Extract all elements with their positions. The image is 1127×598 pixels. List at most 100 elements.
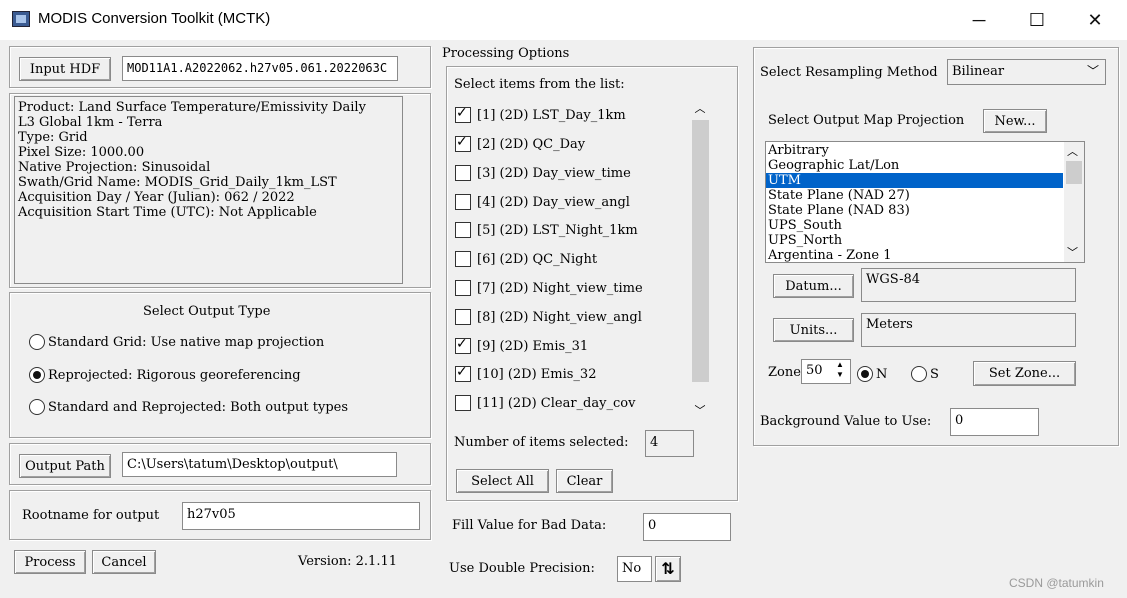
input-file-field[interactable]: MOD11A1.A2022062.h27v05.061.2022063C [122, 56, 398, 81]
list-item[interactable]: [6] (2D) QC_Night [455, 248, 597, 270]
radio-reprojected[interactable]: Reprojected: Rigorous georeferencing [29, 367, 301, 383]
list-item-label: [1] (2D) LST_Day_1km [477, 107, 626, 123]
list-item-checkbox[interactable] [455, 222, 471, 238]
list-item-checkbox[interactable] [455, 251, 471, 267]
close-button[interactable]: ✕ [1066, 0, 1124, 40]
list-item[interactable]: [2] (2D) QC_Day [455, 133, 585, 155]
items-scrollbar[interactable]: ︿ ﹀ [690, 98, 710, 422]
list-item-checkbox[interactable] [455, 134, 471, 152]
list-item[interactable]: [4] (2D) Day_view_angl [455, 191, 630, 213]
list-item[interactable]: [11] (2D) Clear_day_cov [455, 392, 635, 414]
zone-value: 50 [806, 363, 823, 378]
metadata-line: L3 Global 1km - Terra [18, 115, 163, 130]
scroll-up-icon[interactable]: ︿ [1067, 143, 1078, 159]
watermark: CSDN @tatumkin [1009, 576, 1104, 590]
projection-scrollbar[interactable]: ︿ ﹀ [1064, 142, 1084, 262]
metadata-line: Type: Grid [18, 130, 88, 145]
zone-spinner-icon[interactable]: ▲ ▼ [836, 360, 844, 380]
metadata-line: Pixel Size: 1000.00 [18, 145, 145, 160]
radio-standard-and-reprojected-indicator[interactable] [29, 399, 45, 415]
hemisphere-s[interactable]: S [911, 366, 939, 382]
zone-field[interactable]: 50 ▲ ▼ [801, 359, 851, 384]
projection-item[interactable]: UPS_North [766, 233, 1063, 248]
projection-list[interactable]: Arbitrary Geographic Lat/Lon UTM State P… [765, 141, 1085, 263]
version-text: Version: 2.1.11 [298, 554, 397, 569]
window-title: MODIS Conversion Toolkit (MCTK) [38, 10, 271, 27]
list-item-checkbox[interactable] [455, 165, 471, 181]
metadata-line: Native Projection: Sinusoidal [18, 160, 211, 175]
hemisphere-n-label: N [876, 366, 888, 382]
output-path-field[interactable]: C:\Users\tatum\Desktop\output\ [122, 452, 397, 477]
metadata-line: Acquisition Day / Year (Julian): 062 / 2… [18, 190, 295, 205]
hemisphere-n-indicator[interactable] [857, 366, 873, 382]
list-item-label: [8] (2D) Night_view_angl [477, 309, 642, 325]
fill-value-field[interactable]: 0 [643, 513, 731, 541]
list-item[interactable]: [8] (2D) Night_view_angl [455, 306, 642, 328]
rootname-field[interactable]: h27v05 [182, 502, 420, 530]
projection-item-selected[interactable]: UTM [766, 173, 1063, 188]
units-button[interactable]: Units... [773, 318, 854, 342]
radio-reprojected-label: Reprojected: Rigorous georeferencing [48, 367, 301, 383]
input-hdf-button[interactable]: Input HDF [19, 57, 111, 81]
list-item[interactable]: [1] (2D) LST_Day_1km [455, 104, 626, 126]
hemisphere-s-label: S [930, 366, 939, 382]
processing-options-title: Processing Options [442, 46, 570, 61]
list-item-label: [9] (2D) Emis_31 [477, 338, 589, 354]
list-item-checkbox[interactable] [455, 395, 471, 411]
resampling-dropdown[interactable]: Bilinear ﹀ [947, 59, 1106, 85]
radio-standard-grid-indicator[interactable] [29, 334, 45, 350]
radio-standard-grid[interactable]: Standard Grid: Use native map projection [29, 334, 324, 350]
process-button[interactable]: Process [14, 550, 86, 574]
scroll-thumb[interactable] [1066, 161, 1082, 184]
hemisphere-s-indicator[interactable] [911, 366, 927, 382]
metadata-text: Product: Land Surface Temperature/Emissi… [14, 96, 403, 284]
metadata-line: Product: Land Surface Temperature/Emissi… [18, 100, 366, 115]
select-all-button[interactable]: Select All [456, 469, 549, 493]
list-label: Select items from the list: [454, 77, 625, 92]
projection-item[interactable]: State Plane (NAD 27) [766, 188, 1063, 203]
list-item[interactable]: [5] (2D) LST_Night_1km [455, 219, 638, 241]
new-projection-button[interactable]: New... [983, 109, 1047, 133]
set-zone-button[interactable]: Set Zone... [973, 361, 1076, 386]
double-precision-label: Use Double Precision: [449, 561, 595, 576]
projection-item[interactable]: Geographic Lat/Lon [766, 158, 1063, 173]
radio-reprojected-indicator[interactable] [29, 367, 45, 383]
minimize-button[interactable]: ─ [950, 0, 1008, 40]
projection-item[interactable]: Arbitrary [766, 143, 1063, 158]
scroll-down-icon[interactable]: ﹀ [693, 402, 707, 417]
list-item-checkbox[interactable] [455, 309, 471, 325]
list-item-checkbox[interactable] [455, 105, 471, 123]
output-path-button[interactable]: Output Path [19, 454, 111, 478]
list-item-label: [6] (2D) QC_Night [477, 251, 598, 267]
output-type-title: Select Output Type [143, 304, 271, 319]
resampling-label: Select Resampling Method [760, 65, 938, 80]
maximize-button[interactable]: ☐ [1008, 0, 1066, 40]
radio-standard-and-reprojected[interactable]: Standard and Reprojected: Both output ty… [29, 399, 348, 415]
cancel-button[interactable]: Cancel [92, 550, 156, 574]
list-item[interactable]: [9] (2D) Emis_31 [455, 335, 588, 357]
projection-item[interactable]: UPS_South [766, 218, 1063, 233]
list-item-label: [2] (2D) QC_Day [477, 136, 586, 152]
projection-item[interactable]: State Plane (NAD 83) [766, 203, 1063, 218]
list-item[interactable]: [7] (2D) Night_view_time [455, 277, 643, 299]
resampling-value: Bilinear [952, 64, 1005, 79]
scroll-up-icon[interactable]: ︿ [693, 100, 707, 115]
projection-item[interactable]: Argentina - Zone 1 [766, 248, 1063, 262]
list-item-checkbox[interactable] [455, 364, 471, 382]
list-item-checkbox[interactable] [455, 336, 471, 354]
zone-label: Zone [768, 365, 801, 380]
scroll-down-icon[interactable]: ﹀ [1067, 244, 1078, 260]
app-icon [12, 11, 30, 27]
double-precision-toggle-icon[interactable]: ⇅ [655, 556, 681, 582]
list-item[interactable]: [10] (2D) Emis_32 [455, 363, 596, 385]
list-item[interactable]: [3] (2D) Day_view_time [455, 162, 631, 184]
clear-button[interactable]: Clear [556, 469, 613, 493]
units-field: Meters [861, 313, 1076, 347]
double-precision-field[interactable]: No [617, 556, 652, 582]
datum-button[interactable]: Datum... [773, 274, 854, 298]
list-item-checkbox[interactable] [455, 194, 471, 210]
list-item-checkbox[interactable] [455, 280, 471, 296]
background-value-field[interactable]: 0 [950, 408, 1039, 436]
hemisphere-n[interactable]: N [857, 366, 887, 382]
scroll-thumb[interactable] [692, 120, 709, 382]
